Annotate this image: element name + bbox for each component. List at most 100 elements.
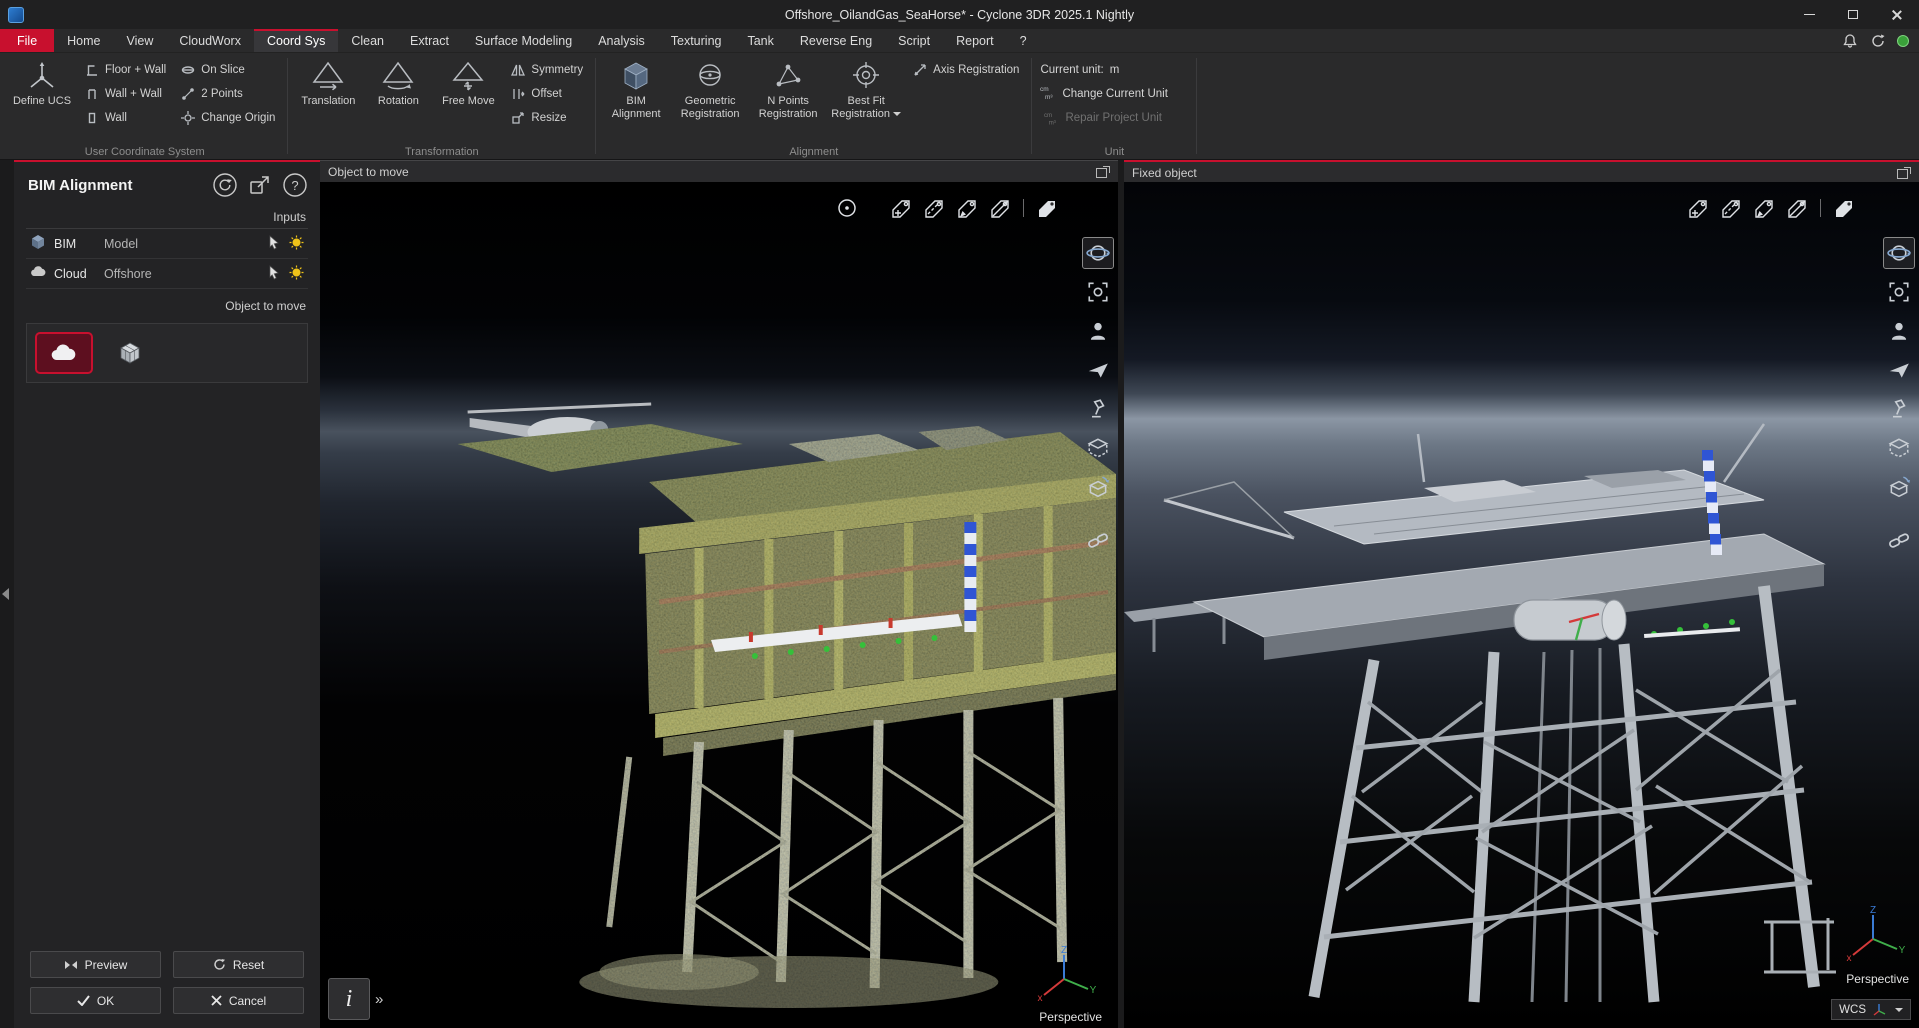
define-ucs-button[interactable]: Define UCS <box>10 56 74 111</box>
lighting-icon[interactable] <box>1884 394 1914 424</box>
translation-button[interactable]: Translation <box>296 56 360 111</box>
axis-registration-button[interactable]: Axis Registration <box>908 60 1023 79</box>
wall-label: Wall <box>105 112 127 124</box>
viewport-left-canvas[interactable]: i » Z x Y Perspective <box>320 182 1118 1028</box>
tag-edit-icon[interactable] <box>954 196 980 220</box>
panel-collapse-handle[interactable] <box>2 588 9 600</box>
floor-wall-button[interactable]: Floor + Wall <box>80 60 170 79</box>
symmetry-button[interactable]: Symmetry <box>506 60 587 79</box>
tab-analysis[interactable]: Analysis <box>585 29 658 52</box>
close-button[interactable] <box>1875 0 1919 29</box>
lighting-icon[interactable] <box>1083 394 1113 424</box>
reset-defaults-button[interactable] <box>212 172 238 198</box>
tab-reverse-eng[interactable]: Reverse Eng <box>787 29 885 52</box>
sync-icon[interactable] <box>1869 32 1887 50</box>
tab-home[interactable]: Home <box>54 29 113 52</box>
maximize-button[interactable] <box>1831 0 1875 29</box>
preview-button[interactable]: Preview <box>30 951 161 978</box>
tab-cloudworx[interactable]: CloudWorx <box>166 29 254 52</box>
tag-icon[interactable] <box>1831 196 1857 220</box>
wall-button[interactable]: Wall <box>80 108 170 127</box>
wcs-selector[interactable]: WCS <box>1831 999 1911 1020</box>
zoom-extents-icon[interactable] <box>1884 277 1914 307</box>
tab-help[interactable]: ? <box>1007 29 1040 52</box>
viewer-position-icon[interactable] <box>1884 316 1914 346</box>
point-cloud-render[interactable] <box>320 182 1118 1028</box>
bim-alignment-button[interactable]: BIM Alignment <box>604 56 668 124</box>
tab-script[interactable]: Script <box>885 29 943 52</box>
tag-icon[interactable] <box>1034 196 1060 220</box>
zoom-extents-icon[interactable] <box>1083 277 1113 307</box>
expand-chevrons[interactable]: » <box>375 991 383 1008</box>
tag-add-icon[interactable] <box>888 196 914 220</box>
repair-project-unit-button[interactable]: cmm³ Repair Project Unit <box>1040 108 1188 127</box>
two-points-button[interactable]: 2 Points <box>176 84 279 103</box>
help-button[interactable]: ? <box>282 172 308 198</box>
clipping-box-icon[interactable] <box>1884 433 1914 463</box>
bim-model-render[interactable] <box>1124 182 1919 1028</box>
ribbon-group-label-alignment: Alignment <box>596 146 1031 158</box>
cancel-button[interactable]: Cancel <box>173 987 304 1014</box>
fly-mode-icon[interactable] <box>1083 355 1113 385</box>
visibility-bulb-icon[interactable] <box>289 265 304 283</box>
orbit-icon[interactable] <box>1884 238 1914 268</box>
viewport-right-canvas[interactable]: Z x Y Perspective WCS <box>1124 182 1919 1028</box>
change-origin-button[interactable]: Change Origin <box>176 108 279 127</box>
tag-measure-icon[interactable] <box>921 196 947 220</box>
on-slice-button[interactable]: On Slice <box>176 60 279 79</box>
link-views-icon[interactable] <box>1884 525 1914 555</box>
tab-extract[interactable]: Extract <box>397 29 462 52</box>
axis-gizmo[interactable]: Z x Y <box>1841 905 1905 966</box>
n-points-registration-button[interactable]: N Points Registration <box>752 56 824 124</box>
move-bim-option[interactable] <box>103 334 157 372</box>
online-status-icon[interactable] <box>1897 35 1909 47</box>
clipping-box-icon[interactable] <box>1083 433 1113 463</box>
wall-wall-button[interactable]: Wall + Wall <box>80 84 170 103</box>
tab-texturing[interactable]: Texturing <box>658 29 735 52</box>
notifications-bell-icon[interactable] <box>1841 32 1859 50</box>
tag-add-icon[interactable] <box>1685 196 1711 220</box>
offset-button[interactable]: Offset <box>506 84 587 103</box>
info-panel-toggle[interactable]: i » <box>328 978 383 1020</box>
rotation-button[interactable]: Rotation <box>366 56 430 111</box>
geometric-registration-button[interactable]: Geometric Registration <box>674 56 746 124</box>
limit-box-icon[interactable] <box>834 196 860 220</box>
tab-surface-modeling[interactable]: Surface Modeling <box>462 29 585 52</box>
orbit-icon[interactable] <box>1083 238 1113 268</box>
tag-delete-icon[interactable] <box>1784 196 1810 220</box>
visibility-bulb-icon[interactable] <box>289 235 304 253</box>
tag-measure-icon[interactable] <box>1718 196 1744 220</box>
reset-button[interactable]: Reset <box>173 951 304 978</box>
best-fit-dropdown-caret[interactable] <box>893 112 901 116</box>
best-fit-registration-button[interactable]: Best Fit Registration <box>830 56 902 124</box>
tab-coord-sys[interactable]: Coord Sys <box>254 29 338 52</box>
free-move-button[interactable]: Free Move <box>436 56 500 111</box>
pick-cursor-icon[interactable] <box>267 265 281 283</box>
ok-button[interactable]: OK <box>30 987 161 1014</box>
projection-label[interactable]: Perspective <box>1846 972 1909 986</box>
tab-clean[interactable]: Clean <box>338 29 397 52</box>
pick-cursor-icon[interactable] <box>267 235 281 253</box>
tag-delete-icon[interactable] <box>987 196 1013 220</box>
rotate-box-icon[interactable] <box>1884 472 1914 502</box>
tab-file[interactable]: File <box>0 29 54 52</box>
input-row-cloud[interactable]: Cloud Offshore <box>26 259 308 289</box>
viewer-position-icon[interactable] <box>1083 316 1113 346</box>
move-cloud-option[interactable] <box>37 334 91 372</box>
tab-tank[interactable]: Tank <box>734 29 786 52</box>
link-views-icon[interactable] <box>1083 525 1113 555</box>
detach-panel-button[interactable] <box>247 172 273 198</box>
resize-button[interactable]: Resize <box>506 108 587 127</box>
minimize-button[interactable] <box>1787 0 1831 29</box>
axis-gizmo[interactable]: Z x Y <box>1032 945 1096 1006</box>
tag-edit-icon[interactable] <box>1751 196 1777 220</box>
projection-label[interactable]: Perspective <box>1039 1010 1102 1024</box>
popout-icon[interactable] <box>1096 166 1110 178</box>
popout-icon[interactable] <box>1897 167 1911 179</box>
rotate-box-icon[interactable] <box>1083 472 1113 502</box>
fly-mode-icon[interactable] <box>1884 355 1914 385</box>
tab-view[interactable]: View <box>114 29 167 52</box>
tab-report[interactable]: Report <box>943 29 1007 52</box>
change-current-unit-button[interactable]: cmm³ Change Current Unit <box>1040 84 1188 103</box>
input-row-bim[interactable]: BIM Model <box>26 229 308 259</box>
